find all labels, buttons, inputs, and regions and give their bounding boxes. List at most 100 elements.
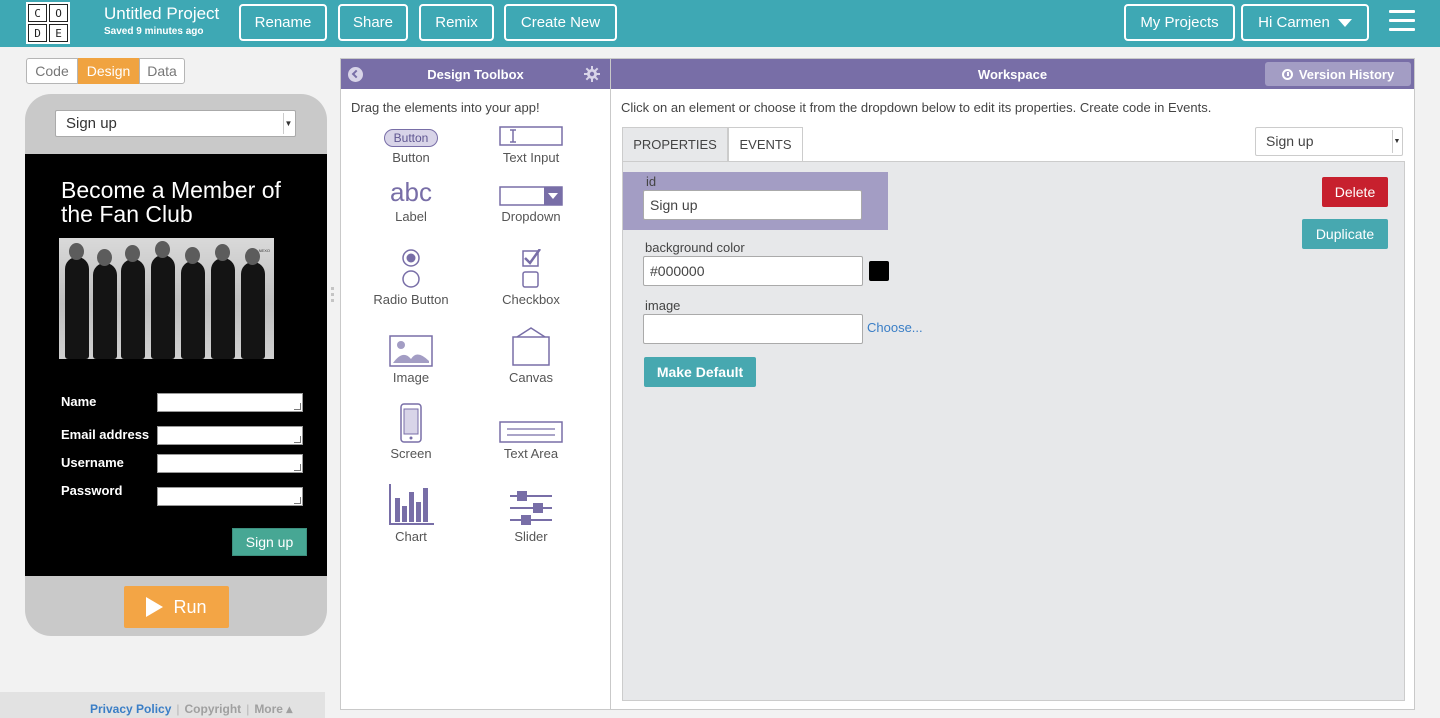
dropdown-tool-icon <box>499 186 563 206</box>
run-label: Run <box>173 596 207 617</box>
radio-button-tool-icon <box>402 249 420 288</box>
make-default-button[interactable]: Make Default <box>644 357 756 387</box>
clock-icon <box>1281 68 1293 80</box>
tool-label: Slider <box>514 529 548 544</box>
fan-club-image[interactable]: NEXO <box>59 238 274 359</box>
delete-button[interactable]: Delete <box>1322 177 1388 207</box>
background-color-input[interactable]: #000000 <box>643 256 863 286</box>
chart-tool-icon <box>389 484 434 525</box>
button-tool-icon: Button <box>383 129 439 147</box>
name-label[interactable]: Name <box>61 394 96 409</box>
my-projects-button[interactable]: My Projects <box>1124 4 1235 41</box>
email-label[interactable]: Email address <box>61 427 149 442</box>
tool-dropdown[interactable]: Dropdown <box>476 175 586 224</box>
logo-letter: E <box>49 24 68 42</box>
image-tool-icon <box>389 335 433 367</box>
version-history-button[interactable]: Version History <box>1265 62 1411 86</box>
remix-button[interactable]: Remix <box>419 4 494 41</box>
username-label[interactable]: Username <box>61 455 124 470</box>
element-select-value: Sign up <box>1266 133 1314 149</box>
design-mode-toggle[interactable]: Design <box>78 58 139 84</box>
user-menu-button[interactable]: Hi Carmen <box>1241 4 1369 41</box>
collapse-arrow-icon[interactable] <box>348 67 363 82</box>
version-history-label: Version History <box>1298 66 1395 82</box>
tool-label: Label <box>395 209 427 224</box>
color-swatch[interactable] <box>869 261 889 281</box>
name-input[interactable] <box>157 393 303 412</box>
footer-links: Privacy Policy | Copyright | More ▴ <box>90 702 292 716</box>
screen-select-value: Sign up <box>66 115 117 132</box>
chevron-down-icon <box>1337 18 1352 27</box>
workspace-header: Workspace Version History <box>611 59 1414 89</box>
workspace-title: Workspace <box>977 66 1048 82</box>
duplicate-button[interactable]: Duplicate <box>1302 219 1388 249</box>
create-new-button[interactable]: Create New <box>504 4 617 41</box>
username-input[interactable] <box>157 454 303 473</box>
text-area-tool-icon <box>499 421 563 443</box>
mode-toggle-group: Code Design Data <box>26 58 185 84</box>
background-color-label: background color <box>645 240 745 255</box>
tool-checkbox[interactable]: Checkbox <box>476 249 586 307</box>
tool-label-element[interactable]: abc Label <box>356 177 466 225</box>
password-label[interactable]: Password <box>61 483 122 498</box>
gear-icon[interactable] <box>584 66 600 82</box>
tool-chart[interactable]: Chart <box>356 484 466 544</box>
properties-panel: id Sign up background color #000000 imag… <box>622 161 1405 701</box>
tool-canvas[interactable]: Canvas <box>476 327 586 385</box>
footer-separator: | <box>176 702 180 716</box>
more-link[interactable]: More ▴ <box>254 702 292 716</box>
toolbox-hint: Drag the elements into your app! <box>351 100 540 115</box>
logo-letter: D <box>28 24 47 42</box>
copyright-link[interactable]: Copyright <box>185 702 242 716</box>
app-heading[interactable]: Become a Member of the Fan Club <box>61 178 301 226</box>
email-input[interactable] <box>157 426 303 445</box>
element-select[interactable]: Sign up ▼ <box>1255 127 1403 156</box>
tool-radio-button[interactable]: Radio Button <box>356 249 466 307</box>
tool-label: Text Input <box>502 150 560 165</box>
tool-label: Screen <box>390 446 432 461</box>
tool-label: Canvas <box>508 370 554 385</box>
tool-label: Radio Button <box>373 292 449 307</box>
top-bar: C O D E Untitled Project Saved 9 minutes… <box>0 0 1440 47</box>
code-org-logo[interactable]: C O D E <box>26 2 70 44</box>
tool-label: Dropdown <box>501 209 561 224</box>
tool-label: Button <box>392 150 430 165</box>
rename-button[interactable]: Rename <box>239 4 327 41</box>
tool-slider[interactable]: Slider <box>476 484 586 544</box>
text-input-tool-icon <box>499 126 563 146</box>
tool-label: Image <box>392 370 430 385</box>
dropdown-arrow-icon: ▼ <box>1392 130 1401 153</box>
choose-image-link[interactable]: Choose... <box>867 320 923 335</box>
tab-properties[interactable]: PROPERTIES <box>622 127 728 161</box>
resize-handle[interactable] <box>331 287 335 307</box>
workspace-hint: Click on an element or choose it from th… <box>621 100 1212 115</box>
password-input[interactable] <box>157 487 303 506</box>
footer-separator: | <box>246 702 250 716</box>
signup-button[interactable]: Sign up <box>232 528 307 556</box>
user-greeting: Hi Carmen <box>1258 14 1330 31</box>
tool-screen[interactable]: Screen <box>356 403 466 461</box>
tool-button[interactable]: Button Button <box>356 117 466 165</box>
tool-image[interactable]: Image <box>356 327 466 385</box>
app-preview-phone: Sign up ▼ Become a Member of the Fan Clu… <box>25 94 327 636</box>
label-tool-icon: abc <box>390 177 432 207</box>
canvas-tool-icon <box>512 327 550 366</box>
id-input[interactable]: Sign up <box>643 190 862 220</box>
code-mode-toggle[interactable]: Code <box>26 58 78 84</box>
share-button[interactable]: Share <box>338 4 408 41</box>
hamburger-menu-icon[interactable] <box>1389 10 1415 32</box>
screen-select[interactable]: Sign up ▼ <box>55 110 296 137</box>
dropdown-arrow-icon: ▼ <box>283 113 293 134</box>
privacy-policy-link[interactable]: Privacy Policy <box>90 702 171 716</box>
tab-events[interactable]: EVENTS <box>728 127 803 161</box>
checkbox-tool-icon <box>522 249 542 288</box>
tool-text-area[interactable]: Text Area <box>476 403 586 461</box>
photo-tag: NEXO <box>258 248 270 253</box>
run-button[interactable]: Run <box>124 586 229 628</box>
design-toolbox-panel: Design Toolbox Drag the elements into yo… <box>340 58 611 710</box>
image-input[interactable] <box>643 314 863 344</box>
app-screen[interactable]: Become a Member of the Fan Club NEXO Nam… <box>25 154 327 576</box>
data-mode-toggle[interactable]: Data <box>139 58 185 84</box>
toolbox-title: Design Toolbox <box>427 66 524 82</box>
tool-text-input[interactable]: Text Input <box>476 117 586 165</box>
